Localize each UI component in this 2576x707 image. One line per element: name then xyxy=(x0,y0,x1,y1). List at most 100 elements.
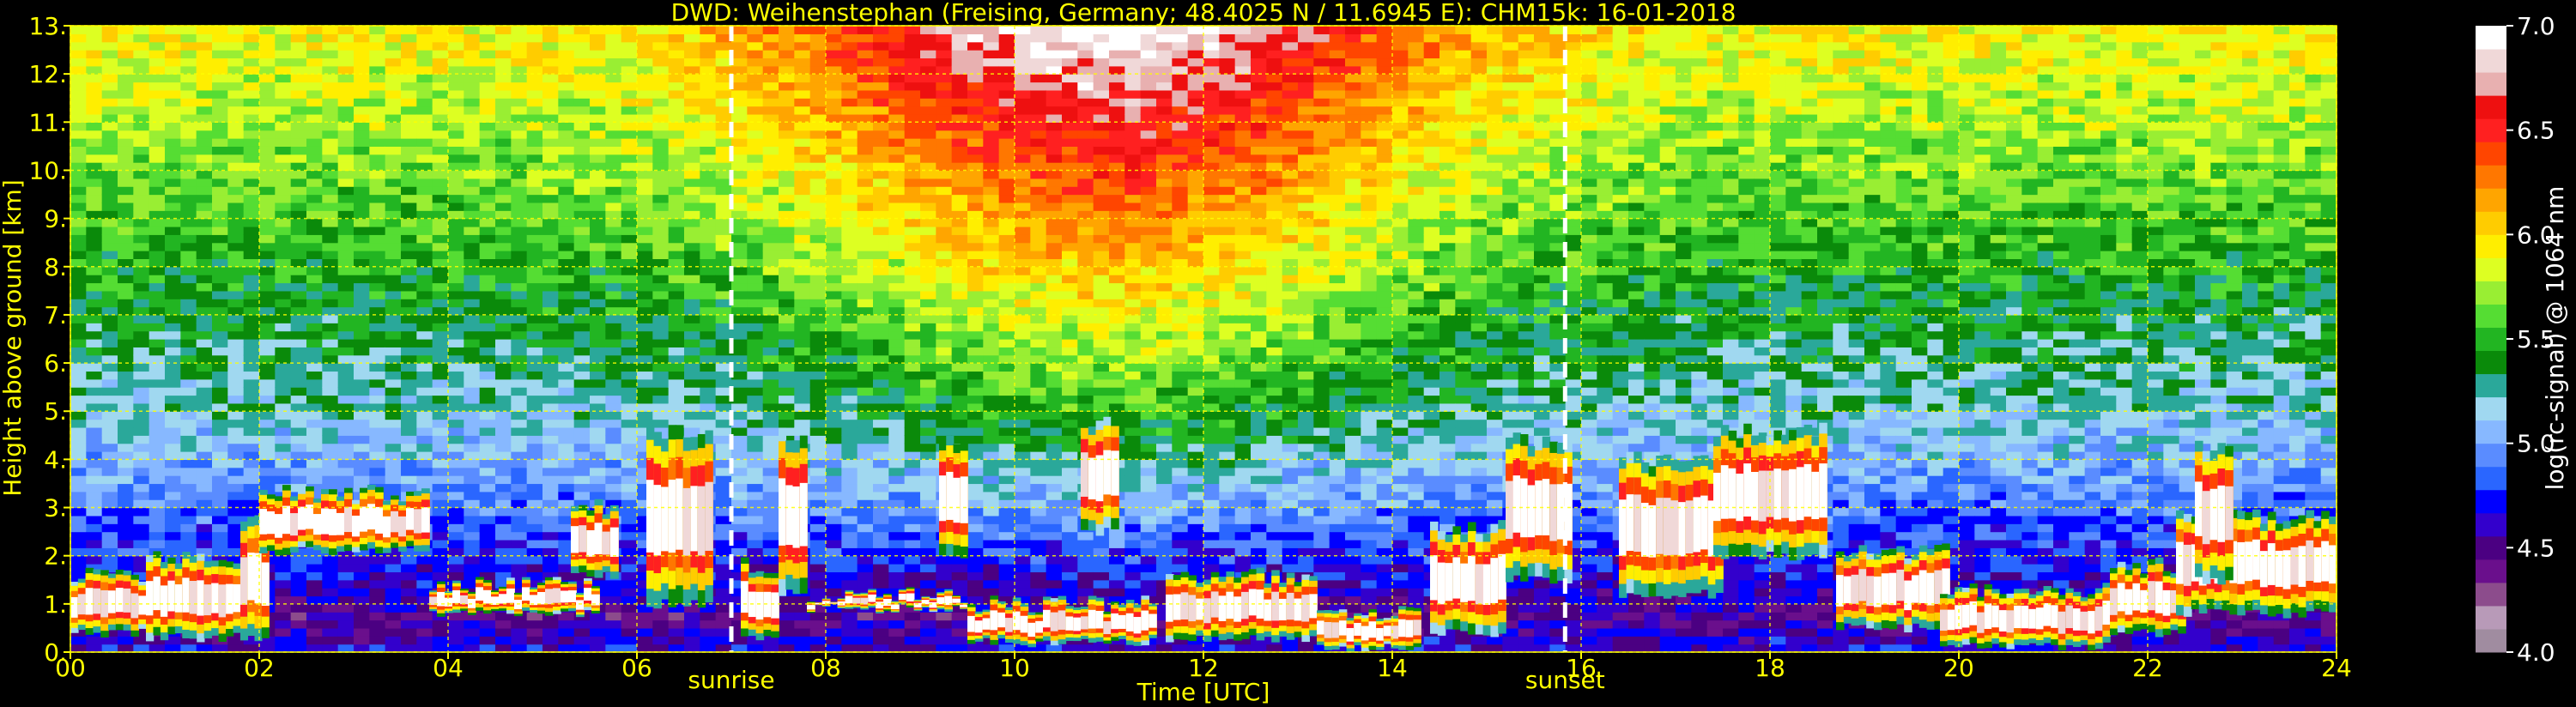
signal-cell xyxy=(243,178,260,187)
signal-cell xyxy=(479,354,496,364)
signal-cell xyxy=(841,387,858,396)
signal-cell xyxy=(133,162,150,172)
signal-cell xyxy=(590,202,606,211)
signal-cell xyxy=(684,122,700,131)
signal-cell xyxy=(888,306,906,316)
signal-cell xyxy=(337,426,355,436)
signal-cell xyxy=(873,210,889,220)
signal-cell xyxy=(416,347,433,356)
signal-cell xyxy=(637,363,653,372)
signal-cell xyxy=(495,636,512,645)
signal-cell xyxy=(621,555,638,565)
signal-cell xyxy=(479,170,496,179)
signal-cell xyxy=(526,339,543,347)
signal-cell xyxy=(306,402,323,412)
signal-cell xyxy=(747,523,764,533)
signal-cell xyxy=(448,210,464,220)
signal-cell xyxy=(904,50,921,59)
signal-cell xyxy=(920,354,936,364)
signal-cell xyxy=(1015,435,1031,444)
signal-cell xyxy=(70,515,87,524)
signal-cell xyxy=(1015,258,1031,268)
signal-cell xyxy=(841,555,858,565)
signal-cell xyxy=(369,251,386,260)
signal-cell xyxy=(290,363,307,372)
signal-cell xyxy=(432,98,449,107)
signal-cell xyxy=(809,459,827,468)
signal-cell xyxy=(621,387,638,396)
signal-cell xyxy=(259,57,276,67)
signal-cell xyxy=(573,435,591,444)
signal-cell xyxy=(448,323,464,332)
signal-cell xyxy=(165,451,181,460)
signal-cell xyxy=(479,186,496,196)
signal-cell xyxy=(998,98,1015,107)
signal-cell xyxy=(573,339,591,347)
signal-cell xyxy=(951,82,968,91)
signal-cell xyxy=(809,41,827,51)
signal-cell xyxy=(998,314,1015,323)
signal-cell xyxy=(511,531,528,541)
signal-cell xyxy=(354,579,370,589)
signal-cell xyxy=(762,539,779,548)
signal-cell xyxy=(983,354,1000,364)
signal-cell xyxy=(573,113,591,123)
signal-cell xyxy=(542,242,559,251)
signal-cell xyxy=(86,314,103,323)
signal-cell xyxy=(951,347,968,356)
signal-cell xyxy=(747,251,764,260)
signal-cell xyxy=(573,130,591,139)
signal-cell xyxy=(385,387,402,396)
signal-cell xyxy=(290,122,307,131)
signal-cell xyxy=(652,627,670,637)
signal-cell xyxy=(337,306,355,316)
signal-cell xyxy=(148,314,166,323)
signal-cell xyxy=(779,251,795,260)
signal-cell xyxy=(826,258,842,268)
signal-cell xyxy=(826,234,842,244)
signal-cell xyxy=(857,531,874,541)
signal-cell xyxy=(354,242,370,251)
signal-cell xyxy=(558,251,575,260)
signal-cell xyxy=(668,290,685,299)
signal-cell xyxy=(637,82,653,91)
signal-cell xyxy=(762,57,779,67)
signal-cell xyxy=(448,33,464,43)
signal-cell xyxy=(86,122,103,131)
signal-cell xyxy=(101,451,118,460)
signal-cell xyxy=(464,555,481,565)
signal-cell xyxy=(809,612,827,621)
signal-cell xyxy=(998,435,1015,444)
signal-cell xyxy=(700,299,717,308)
signal-cell xyxy=(558,619,575,629)
signal-cell xyxy=(401,443,417,452)
signal-cell xyxy=(259,347,276,356)
signal-cell xyxy=(243,451,260,460)
signal-cell xyxy=(605,443,622,452)
signal-cell xyxy=(904,555,921,565)
signal-cell xyxy=(337,170,355,179)
signal-cell xyxy=(826,339,842,347)
signal-cell xyxy=(495,411,512,420)
signal-cell xyxy=(243,426,260,436)
signal-cell xyxy=(526,378,543,388)
signal-cell xyxy=(668,33,685,43)
signal-cell xyxy=(826,33,842,43)
signal-cell xyxy=(888,98,906,107)
signal-cell xyxy=(998,138,1015,147)
signal-cell xyxy=(275,210,292,220)
signal-cell xyxy=(809,266,827,275)
signal-cell xyxy=(369,443,386,452)
signal-cell xyxy=(590,251,606,260)
signal-cell xyxy=(432,483,449,492)
signal-cell xyxy=(888,523,906,533)
signal-cell xyxy=(86,26,103,34)
signal-cell xyxy=(590,170,606,179)
signal-cell xyxy=(401,627,417,637)
signal-cell xyxy=(227,282,245,292)
signal-cell xyxy=(873,323,889,332)
signal-cell xyxy=(747,531,764,541)
signal-cell xyxy=(227,443,245,452)
signal-cell xyxy=(998,146,1015,155)
signal-cell xyxy=(385,371,402,380)
